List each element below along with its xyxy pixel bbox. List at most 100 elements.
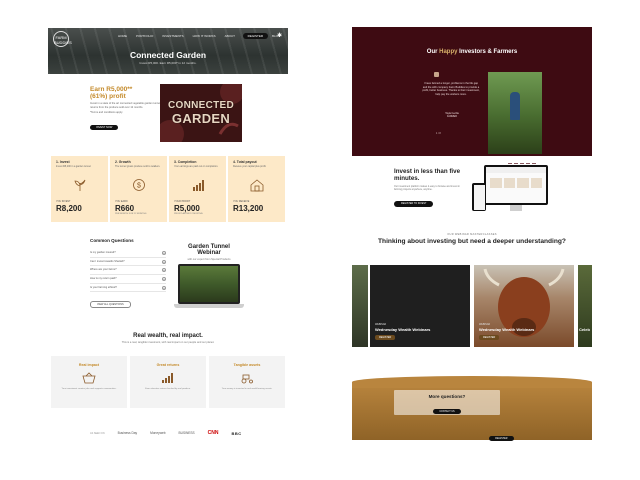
nav-item-investments[interactable]: INVESTMENTS	[162, 34, 183, 38]
register-bar-button[interactable]: REGISTER	[489, 436, 514, 442]
contact-us-button[interactable]: CONTACT US	[433, 409, 461, 414]
faq-question: Is your farming ethical?	[90, 285, 117, 289]
plus-icon[interactable]: +	[162, 268, 166, 273]
step-value: R5,000	[174, 204, 200, 213]
plus-icon[interactable]: +	[162, 259, 166, 264]
farmer-photo	[488, 72, 542, 154]
carousel-card-next[interactable]: Celeb	[578, 265, 592, 347]
webinar-title-line2: Webinar	[197, 250, 221, 257]
laptop-image[interactable]	[174, 264, 244, 310]
register-to-invest-button[interactable]: REGISTER TO INVEST	[394, 200, 434, 207]
press-logo-bbc: BBC	[231, 430, 242, 436]
card-register-button[interactable]: REGISTER	[375, 335, 396, 340]
carousel-dot[interactable]	[514, 163, 518, 164]
nav-item-how-it-works[interactable]: HOW IT WORKS	[193, 34, 216, 38]
testimonial-pager[interactable]: 1 / 8	[436, 132, 441, 135]
earn-heading-line1: Earn R5,000**	[90, 86, 133, 93]
step-label: YOU RECEIVE	[233, 200, 250, 203]
card-register-button[interactable]: REGISTER	[479, 335, 500, 340]
webinar-title-line1: Garden Tunnel	[188, 244, 230, 250]
step-desc: Your earnings are paid out on completion…	[174, 165, 219, 168]
register-bar: Register to start investing REGISTER	[352, 430, 592, 448]
hero-subtitle: Invest R5,000. Earn R5,000* in 12 months…	[139, 61, 197, 65]
carousel-dot[interactable]	[526, 163, 530, 164]
earn-heading: Earn R5,000** (61%) profit	[90, 86, 170, 100]
farmer-figure	[510, 92, 520, 120]
view-all-questions-button[interactable]: VIEW ALL QUESTIONS	[90, 301, 131, 309]
nav-item-home[interactable]: HOME	[118, 34, 127, 38]
step-title: 3. Completion	[174, 160, 197, 164]
card-label: WEBINAR	[479, 323, 491, 326]
more-questions-card: More questions? CONTACT US	[394, 390, 500, 415]
carousel-dots[interactable]	[502, 163, 536, 164]
faq-item[interactable]: Where are your farms? +	[90, 266, 166, 276]
testimonial-author: Tayla Cecilia FARMER	[432, 112, 472, 118]
card-title: Wednesday Wealth Webinars	[375, 327, 431, 332]
step-card-completion: 3. Completion Your earnings are paid out…	[169, 156, 226, 222]
laptop-screen	[178, 264, 240, 304]
landing-page-right: Our Happy Investors & Farmers I have far…	[352, 0, 592, 470]
earn-description: Invest in a state of the art connected v…	[90, 102, 170, 109]
card-label: WEBINAR	[375, 323, 387, 326]
plus-icon[interactable]: +	[162, 285, 166, 290]
benefit-title: Great returns	[156, 363, 180, 367]
register-button[interactable]: REGISTER	[242, 33, 268, 39]
tractor-icon	[241, 374, 253, 384]
quote-icon	[434, 72, 439, 77]
earn-note: *Terms and conditions apply.	[90, 111, 123, 115]
benefit-desc: Your investment creates jobs and support…	[61, 388, 117, 390]
plus-icon[interactable]: +	[162, 251, 166, 255]
testimonials-title: Our Happy Investors & Farmers	[352, 49, 592, 55]
step-title: 4. Total payout	[233, 160, 257, 164]
plant-icon	[74, 179, 86, 191]
laptop-base	[174, 304, 244, 308]
basket-icon	[82, 372, 96, 384]
faq-question: Can I invest towards Shariah?	[90, 259, 125, 263]
more-questions-title: More questions?	[428, 394, 466, 399]
growth-chart-icon	[193, 180, 204, 191]
card-title: Wednesday Wealth Webinars	[479, 327, 535, 332]
devices-mockup	[470, 165, 550, 221]
invest-now-button[interactable]: INVEST NOW	[90, 124, 119, 130]
carousel-card-webinar-2[interactable]: WEBINAR Wednesday Wealth Webinars REGIST…	[474, 265, 574, 347]
carousel-dot[interactable]	[502, 163, 506, 164]
invest-fast-title: Invest in less than five minutes.	[394, 168, 461, 182]
step-title: 2. Growth	[115, 160, 131, 164]
carousel-dot[interactable]	[520, 163, 524, 164]
monitor-mockup	[484, 165, 548, 205]
faq-item[interactable]: How is my return paid? +	[90, 275, 166, 284]
webinar-carousel: WEBINAR Wednesday Wealth Webinars REGIST…	[352, 265, 592, 347]
carousel-dot[interactable]	[532, 163, 536, 164]
monitor-stand	[510, 205, 522, 211]
carousel-card-prev[interactable]	[352, 265, 368, 347]
screen-cards	[486, 173, 546, 193]
hero-banner: FARM BUDDIES HOME PORTFOLIO INVESTMENTS …	[48, 28, 288, 74]
masterclasses-kicker: OUR WEBINAR MASTERCLASSES	[447, 233, 497, 236]
carousel-dot[interactable]	[508, 163, 512, 164]
faq-item[interactable]: Can I invest towards Shariah? +	[90, 258, 166, 267]
plus-icon[interactable]: +	[162, 277, 166, 282]
nav-item-about[interactable]: ABOUT	[225, 34, 235, 38]
faq-item[interactable]: Is your farming ethical? +	[90, 284, 166, 293]
card-title-line1: CONNECTED	[167, 100, 235, 111]
nav-item-portfolio[interactable]: PORTFOLIO	[136, 34, 153, 38]
step-title: 1. Invest	[56, 160, 70, 164]
carousel-card-webinar-1[interactable]: WEBINAR Wednesday Wealth Webinars REGIST…	[370, 265, 470, 347]
title-post: Investors & Farmers	[457, 49, 518, 55]
step-label: YOUR PROFIT	[174, 200, 191, 203]
how-it-works-steps: 1. Invest Invest R8,200 in a garden tunn…	[51, 156, 285, 222]
real-wealth-desc: This is a real, tangible investment, wit…	[121, 341, 215, 344]
faq-item[interactable]: Is my garden insured? +	[90, 249, 166, 258]
phone-mockup	[472, 183, 486, 211]
benefit-title: Tangible assets	[233, 363, 261, 367]
faq-question: How is my return paid?	[90, 277, 117, 281]
real-wealth-title: Real wealth, real impact.	[133, 333, 203, 339]
benefits-tiles: Real impact Your investment creates jobs…	[51, 356, 285, 408]
card-title: Celeb	[579, 327, 590, 332]
brand-logo[interactable]: FARM BUDDIES	[53, 31, 72, 47]
step-desc: Receive your capital plus profit.	[233, 165, 267, 168]
testimonial-quote: I have farmed a longer, problems in the …	[422, 82, 480, 96]
earn-section: Earn R5,000** (61%) profit Invest in a s…	[90, 86, 170, 133]
barn-icon	[250, 179, 264, 192]
svg-text:$: $	[137, 183, 141, 190]
